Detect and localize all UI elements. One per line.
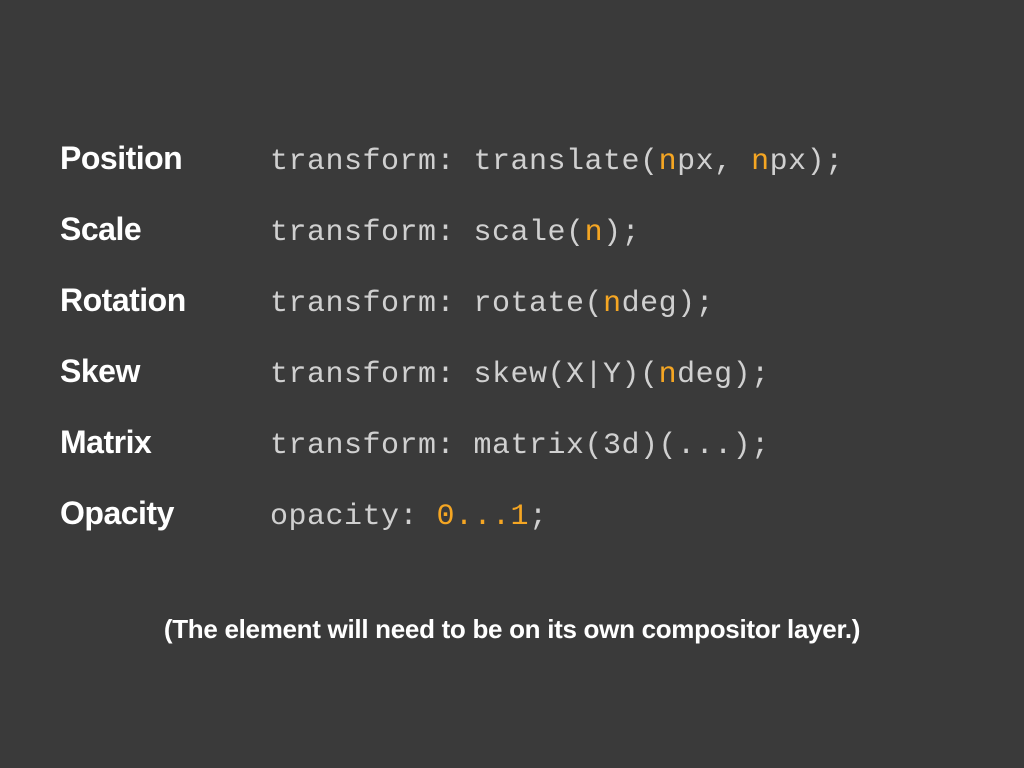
property-row: Scaletransform: scale(n); [60, 211, 964, 250]
property-label: Matrix [60, 424, 270, 461]
code-highlight: n [751, 145, 770, 179]
code-text: ); [603, 216, 640, 250]
code-text: transform: skew(X|Y)( [270, 358, 659, 392]
property-label: Scale [60, 211, 270, 248]
property-row: Rotationtransform: rotate(ndeg); [60, 282, 964, 321]
property-code: transform: translate(npx, npx); [270, 145, 844, 179]
code-highlight: n [585, 216, 604, 250]
code-text: px); [770, 145, 844, 179]
slide: Positiontransform: translate(npx, npx);S… [0, 0, 1024, 768]
footnote: (The element will need to be on its own … [60, 614, 964, 645]
property-row: Matrixtransform: matrix(3d)(...); [60, 424, 964, 463]
property-code: opacity: 0...1; [270, 500, 548, 534]
property-row: Opacityopacity: 0...1; [60, 495, 964, 534]
property-row: Positiontransform: translate(npx, npx); [60, 140, 964, 179]
property-code: transform: scale(n); [270, 216, 640, 250]
code-text: transform: matrix(3d)(...); [270, 429, 770, 463]
property-code: transform: rotate(ndeg); [270, 287, 714, 321]
code-text: ; [529, 500, 548, 534]
property-row: Skewtransform: skew(X|Y)(ndeg); [60, 353, 964, 392]
code-text: px, [677, 145, 751, 179]
code-text: transform: translate( [270, 145, 659, 179]
property-code: transform: skew(X|Y)(ndeg); [270, 358, 770, 392]
code-text: transform: rotate( [270, 287, 603, 321]
code-text: deg); [677, 358, 770, 392]
code-highlight: n [659, 145, 678, 179]
code-highlight: 0...1 [437, 500, 530, 534]
property-label: Position [60, 140, 270, 177]
property-label: Skew [60, 353, 270, 390]
code-text: opacity: [270, 500, 437, 534]
code-highlight: n [659, 358, 678, 392]
code-text: deg); [622, 287, 715, 321]
property-code: transform: matrix(3d)(...); [270, 429, 770, 463]
property-list: Positiontransform: translate(npx, npx);S… [60, 140, 964, 534]
code-highlight: n [603, 287, 622, 321]
property-label: Opacity [60, 495, 270, 532]
code-text: transform: scale( [270, 216, 585, 250]
property-label: Rotation [60, 282, 270, 319]
